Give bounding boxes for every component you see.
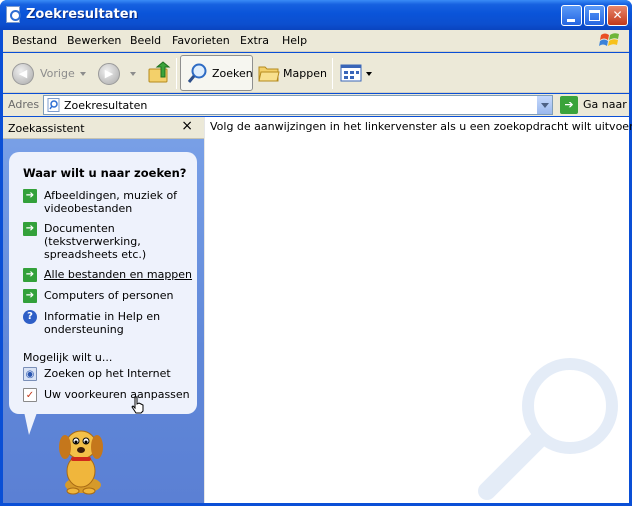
- option-label: Uw voorkeuren aanpassen: [44, 388, 190, 401]
- go-arrow-icon[interactable]: ➔: [560, 96, 578, 114]
- bubble-tail: [23, 407, 39, 435]
- address-dropdown-icon[interactable]: [536, 96, 552, 114]
- search-dog-icon: [59, 430, 103, 495]
- window-title: Zoekresultaten: [26, 7, 138, 22]
- folder-up-icon[interactable]: [147, 61, 171, 85]
- green-arrow-icon: ➔: [23, 268, 37, 282]
- green-arrow-icon: ➔: [23, 289, 37, 303]
- close-button[interactable]: ✕: [607, 5, 628, 26]
- option-label: Documenten (tekstverwerking, spreadsheet…: [44, 222, 147, 261]
- search-companion-pane: Zoekassistent × Waar wilt u naar zoeken?…: [3, 117, 204, 503]
- green-arrow-icon: ➔: [23, 189, 37, 203]
- go-button-label[interactable]: Ga naar: [583, 98, 627, 111]
- help-icon: ?: [23, 310, 37, 324]
- forward-dropdown-icon[interactable]: [130, 72, 136, 76]
- maximize-button[interactable]: [584, 5, 605, 26]
- preferences-icon: ✓: [23, 388, 37, 402]
- search-pane-header: Zoekassistent ×: [3, 117, 204, 139]
- explorer-window: Zoekresultaten ✕ Bestand Bewerken Beeld …: [0, 0, 632, 506]
- back-button-label[interactable]: Vorige: [40, 67, 75, 80]
- hand-cursor-icon: [131, 396, 144, 414]
- search-results-icon: [47, 98, 60, 112]
- forward-arrow-icon[interactable]: ▶: [98, 63, 120, 85]
- menu-bestand[interactable]: Bestand: [12, 34, 57, 47]
- views-icon[interactable]: [340, 63, 362, 83]
- folders-icon[interactable]: [258, 63, 280, 83]
- menu-extra[interactable]: Extra: [240, 34, 269, 47]
- results-pane: Volg de aanwijzingen in het linkervenste…: [204, 117, 632, 503]
- menu-bewerken[interactable]: Bewerken: [67, 34, 121, 47]
- search-button[interactable]: Zoeken: [180, 55, 253, 91]
- menu-bar: Bestand Bewerken Beeld Favorieten Extra …: [3, 30, 629, 52]
- menu-favorieten[interactable]: Favorieten: [172, 34, 230, 47]
- option-label: Alle bestanden en mappen: [44, 268, 193, 281]
- toolbar: ◀ Vorige ▶ Zoeken Mappen: [3, 53, 629, 93]
- address-bar: Adres Zoekresultaten ➔ Ga naar: [3, 94, 629, 116]
- option-label: Zoeken op het Internet: [44, 367, 171, 380]
- search-pane-title: Zoekassistent: [8, 122, 85, 135]
- menu-beeld[interactable]: Beeld: [130, 34, 161, 47]
- toolbar-separator: [176, 58, 177, 89]
- search-button-label: Zoeken: [212, 67, 253, 80]
- pane-close-icon[interactable]: ×: [181, 118, 193, 134]
- views-dropdown-icon[interactable]: [366, 72, 372, 76]
- option-label: Informatie in Help en ondersteuning: [44, 310, 161, 336]
- folders-button-label[interactable]: Mappen: [283, 67, 327, 80]
- results-instruction: Volg de aanwijzingen in het linkervenste…: [210, 120, 632, 133]
- option-label: Afbeeldingen, muziek of videobestanden: [44, 189, 178, 215]
- title-bar[interactable]: Zoekresultaten ✕: [0, 0, 632, 30]
- address-input[interactable]: Zoekresultaten: [43, 95, 553, 115]
- search-question: Waar wilt u naar zoeken?: [23, 166, 187, 180]
- green-arrow-icon: ➔: [23, 222, 37, 236]
- menu-help[interactable]: Help: [282, 34, 307, 47]
- magnifier-icon: [187, 63, 207, 83]
- internet-search-icon: ◉: [23, 367, 37, 381]
- address-value: Zoekresultaten: [64, 99, 148, 112]
- magnifier-watermark-icon: [478, 358, 618, 500]
- address-label: Adres: [8, 98, 40, 111]
- back-dropdown-icon[interactable]: [80, 72, 86, 76]
- search-options-bubble: Waar wilt u naar zoeken? ➔ Afbeeldingen,…: [9, 152, 197, 414]
- back-arrow-icon[interactable]: ◀: [12, 63, 34, 85]
- search-results-icon: [6, 6, 21, 23]
- toolbar-separator: [332, 58, 333, 89]
- windows-logo-icon: [599, 33, 619, 46]
- option-label: Computers of personen: [44, 289, 174, 302]
- minimize-button[interactable]: [561, 5, 582, 26]
- more-options-label: Mogelijk wilt u...: [23, 351, 113, 364]
